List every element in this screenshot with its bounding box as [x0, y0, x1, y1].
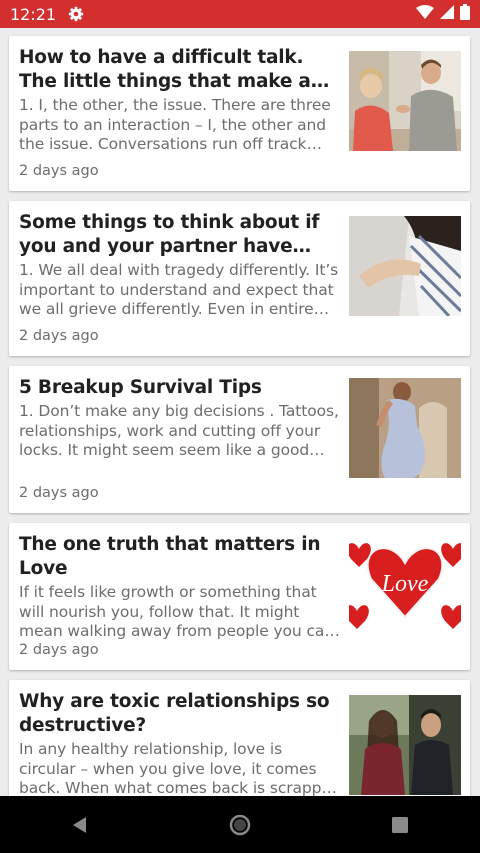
article-date: 2 days ago [19, 328, 99, 344]
back-icon[interactable] [50, 796, 110, 853]
gear-icon [68, 6, 84, 22]
wifi-icon [416, 4, 434, 24]
navigation-bar [0, 796, 480, 853]
couple-street-photo [349, 695, 461, 795]
article-excerpt: 1. Don’t make any big decisions . Tattoo… [19, 402, 339, 459]
couple-arguing-photo [349, 51, 461, 151]
signal-icon [440, 4, 454, 24]
article-title: The one truth that matters in Love [19, 534, 321, 579]
battery-icon [460, 3, 470, 25]
article-card[interactable]: 5 Breakup Survival Tips 1. Don’t make an… [9, 366, 470, 513]
article-card[interactable]: The one truth that matters in Love If it… [9, 523, 470, 670]
love-hearts-image: Love [349, 535, 461, 635]
article-excerpt: 1. We all deal with tragedy differently.… [19, 261, 339, 318]
recents-icon[interactable] [370, 796, 430, 853]
woman-dress-photo [349, 378, 461, 478]
home-icon[interactable] [210, 796, 270, 853]
article-date: 2 days ago [19, 485, 99, 501]
article-date: 2 days ago [19, 642, 99, 658]
love-image-text: Love [381, 571, 429, 597]
article-card[interactable]: Some things to think about if you and yo… [9, 201, 470, 356]
article-card[interactable]: Why are toxic relationships so destructi… [9, 680, 470, 796]
article-excerpt: 1. I, the other, the issue. There are th… [19, 96, 331, 153]
status-time: 12:21 [10, 4, 57, 24]
article-card[interactable]: How to have a difficult talk. The little… [9, 36, 470, 191]
article-date: 2 days ago [19, 163, 99, 179]
couple-embrace-photo [349, 216, 461, 316]
status-bar: 12:21 [0, 0, 480, 28]
article-excerpt: In any healthy relationship, love is cir… [19, 740, 336, 796]
article-title: Some things to think about if you and yo… [19, 212, 320, 257]
article-title: How to have a difficult talk. The little… [19, 47, 311, 92]
article-title: 5 Breakup Survival Tips [19, 377, 262, 398]
article-excerpt: If it feels like growth or something tha… [19, 583, 340, 640]
article-feed[interactable]: How to have a difficult talk. The little… [0, 28, 480, 796]
article-title: Why are toxic relationships so destructi… [19, 691, 330, 736]
